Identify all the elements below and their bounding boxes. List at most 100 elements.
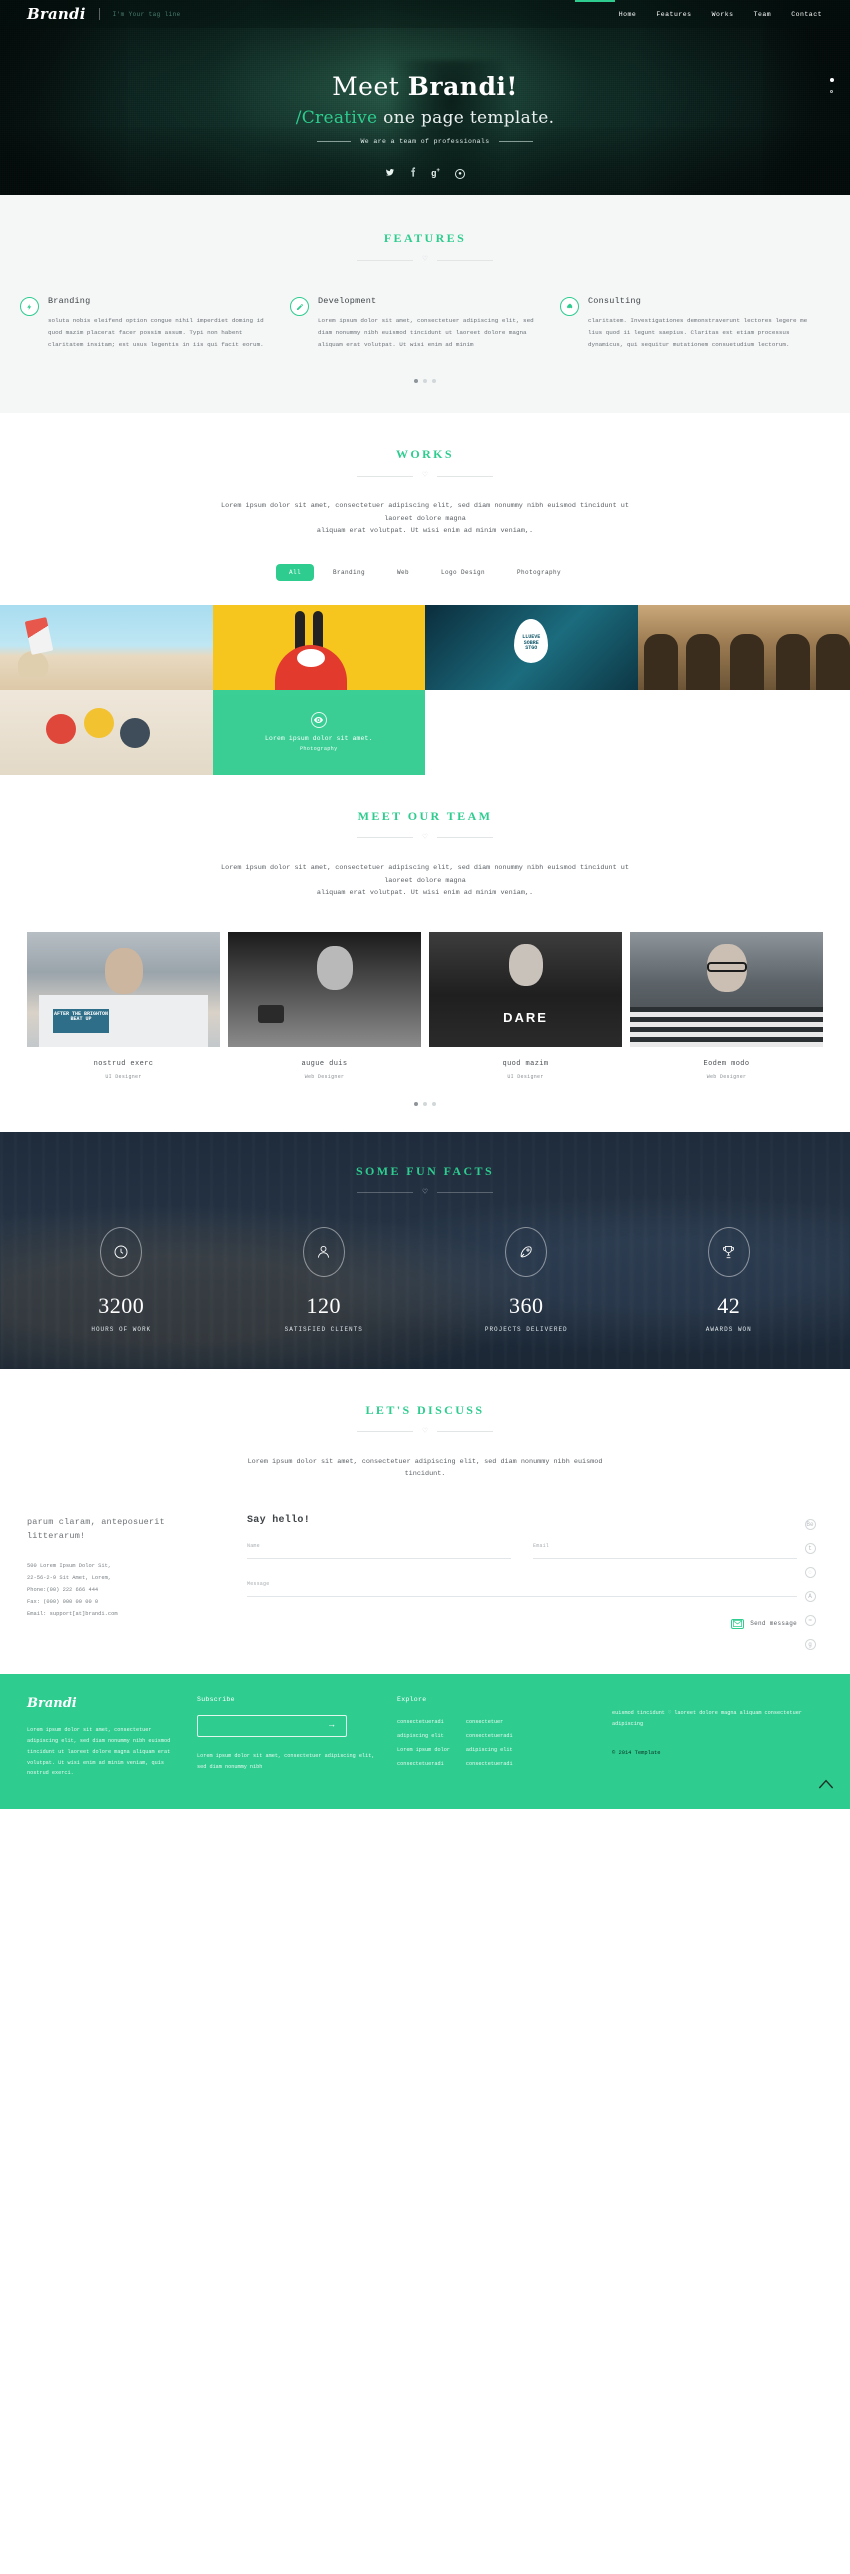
works-grid: LLUEVE SOBRE STGO Lorem ipsum dolor sit … — [0, 604, 850, 775]
arrow-right-icon[interactable]: → — [329, 1720, 334, 1730]
google-plus-icon[interactable]: g+ — [431, 168, 440, 179]
fact-label: SATISFIED CLIENTS — [284, 1325, 363, 1333]
team-dot-1[interactable] — [414, 1101, 418, 1106]
contact-body: parum claram, anteposuerit litterarum! 5… — [0, 1515, 850, 1650]
nav-item-works[interactable]: Works — [712, 11, 734, 18]
footer-credits-column: euismod tincidunt ♡ laoreet dolore magna… — [612, 1696, 823, 1780]
footer-copyright: © 2014 Template — [612, 1749, 661, 1756]
email-field-label: Email — [533, 1542, 550, 1549]
team-dot-3[interactable] — [432, 1101, 436, 1106]
work-item-poster[interactable]: LLUEVE SOBRE STGO — [425, 604, 638, 690]
behance-alt-icon[interactable]: A — [804, 1590, 816, 1602]
team-slider-dots[interactable] — [0, 1101, 850, 1132]
team-member-photo — [630, 931, 823, 1047]
rss-icon[interactable]: ≈ — [804, 1614, 816, 1626]
subscribe-input[interactable] — [197, 1715, 347, 1738]
google-plus-icon[interactable]: g — [804, 1638, 816, 1650]
feature-card-consulting: Consulting claritatem. Investigationes d… — [560, 296, 830, 351]
nav-item-features[interactable]: Features — [656, 11, 691, 18]
page-root: Brandi I'm Your tag line Home Features W… — [0, 0, 850, 1810]
top-navigation-bar: Brandi I'm Your tag line Home Features W… — [0, 0, 850, 28]
fact-label: AWARDS WON — [705, 1325, 752, 1333]
soldier-5 — [815, 633, 850, 690]
team-member[interactable]: augue duis Web Designer — [228, 931, 421, 1080]
fact-label: HOURS OF WORK — [91, 1325, 152, 1333]
filter-photography[interactable]: Photography — [504, 564, 574, 581]
team-dot-2[interactable] — [423, 1101, 427, 1106]
dribbble-icon[interactable]: ◌ — [804, 1566, 816, 1578]
footer-subscribe-note: Lorem ipsum dolor sit amet, consectetuer… — [197, 1753, 375, 1771]
message-input[interactable] — [247, 1595, 797, 1597]
footer-credit-before: euismod tincidunt — [612, 1709, 669, 1716]
facebook-icon[interactable] — [410, 167, 416, 180]
team-member[interactable]: AFTER THE BRIGHTON BEAT UP nostrud exerc… — [27, 931, 220, 1080]
features-slider-dots[interactable] — [0, 379, 850, 384]
footer-link[interactable]: consectetueradi — [466, 1729, 513, 1743]
works-filter-bar: All Branding Web Logo Design Photography — [0, 563, 850, 581]
feature-text: claritatem. Investigationes demonstraver… — [588, 317, 808, 349]
filter-web[interactable]: Web — [384, 564, 422, 581]
name-input[interactable] — [247, 1557, 511, 1559]
features-dot-2[interactable] — [423, 379, 427, 384]
hero-slider-dots[interactable] — [830, 78, 834, 101]
twitter-icon[interactable]: t — [804, 1542, 816, 1554]
footer-link[interactable]: consectetuer — [466, 1715, 513, 1729]
soldier-4 — [775, 633, 810, 690]
work-item-dolls[interactable] — [0, 689, 213, 775]
twitter-icon[interactable] — [385, 168, 395, 180]
send-message-button[interactable]: Send message — [247, 1618, 797, 1629]
work-item-kitesurf[interactable] — [0, 604, 213, 690]
chevron-up-icon[interactable] — [818, 1778, 834, 1793]
doll-3 — [120, 717, 150, 748]
team-member[interactable]: DARE quod mazim UI Designer — [429, 931, 622, 1080]
features-dot-1[interactable] — [414, 379, 418, 384]
footer-link-lists: consectetueradi adipiscing elit Lorem ip… — [397, 1715, 600, 1771]
heart-icon: ♡ — [422, 1187, 428, 1197]
shirt-text: AFTER THE BRIGHTON BEAT UP — [53, 1010, 108, 1023]
poster-caption-line-3: STGO — [525, 645, 538, 652]
footer-link[interactable]: adipiscing elit — [466, 1743, 513, 1757]
divider-rule-left — [356, 475, 413, 477]
doll-1 — [46, 713, 76, 744]
nav-item-team[interactable]: Team — [754, 11, 772, 18]
footer-subscribe-form: → — [197, 1715, 379, 1738]
footer-link[interactable]: consectetueradi — [397, 1757, 450, 1771]
footer-logo[interactable]: Brandi — [27, 1696, 179, 1711]
feature-heading: Consulting — [588, 296, 642, 306]
footer-columns: Brandi Lorem ipsum dolor sit amet, conse… — [27, 1696, 823, 1780]
member-head-shape — [104, 947, 143, 994]
work-hover-overlay[interactable]: Lorem ipsum dolor sit amet. Photography — [212, 689, 425, 775]
divider-rule-left — [356, 837, 413, 839]
hero-dot-1[interactable] — [830, 78, 834, 82]
hero-divider-text: We are a team of professionals — [360, 138, 490, 145]
work-item-rabbit[interactable] — [212, 604, 425, 690]
pencil-icon — [290, 297, 309, 316]
work-item-soldiers[interactable] — [637, 604, 850, 690]
footer-link[interactable]: adipiscing elit — [397, 1729, 450, 1743]
send-message-label: Send message — [750, 1620, 797, 1628]
hero-social-links: g+ ● — [0, 167, 850, 180]
filter-all[interactable]: All — [275, 563, 314, 581]
hero-dot-2[interactable] — [830, 90, 833, 93]
works-lead-line-1: Lorem ipsum dolor sit amet, consectetuer… — [221, 502, 629, 511]
filter-branding[interactable]: Branding — [320, 564, 378, 581]
fact-projects-delivered: 360 PROJECTS DELIVERED — [425, 1226, 628, 1333]
site-logo[interactable]: Brandi — [27, 6, 86, 22]
hero-divider: We are a team of professionals — [0, 138, 850, 145]
nav-item-contact[interactable]: Contact — [791, 11, 822, 18]
team-member[interactable]: Eodem modo Web Designer — [630, 931, 823, 1080]
dribbble-icon[interactable]: ● — [455, 168, 465, 179]
features-dot-3[interactable] — [432, 379, 436, 384]
feature-card-branding: Branding soluta nobis eleifend option co… — [20, 296, 290, 351]
works-divider: ♡ — [0, 472, 850, 480]
filter-logo-design[interactable]: Logo Design — [428, 564, 498, 581]
striped-shirt-shape — [630, 1006, 823, 1047]
nav-item-home[interactable]: Home — [619, 11, 637, 18]
work-item-photography[interactable]: Lorem ipsum dolor sit amet. Photography — [212, 689, 425, 775]
behance-icon[interactable]: Be — [804, 1518, 816, 1530]
footer-link[interactable]: consectetueradi — [466, 1757, 513, 1771]
footer-link[interactable]: consectetueradi — [397, 1715, 450, 1729]
email-input[interactable] — [533, 1557, 797, 1559]
fun-facts-section: SOME FUN FACTS ♡ 3200 HOURS OF WORK 120 … — [0, 1131, 850, 1369]
footer-link[interactable]: Lorem ipsum dolor — [397, 1743, 450, 1757]
